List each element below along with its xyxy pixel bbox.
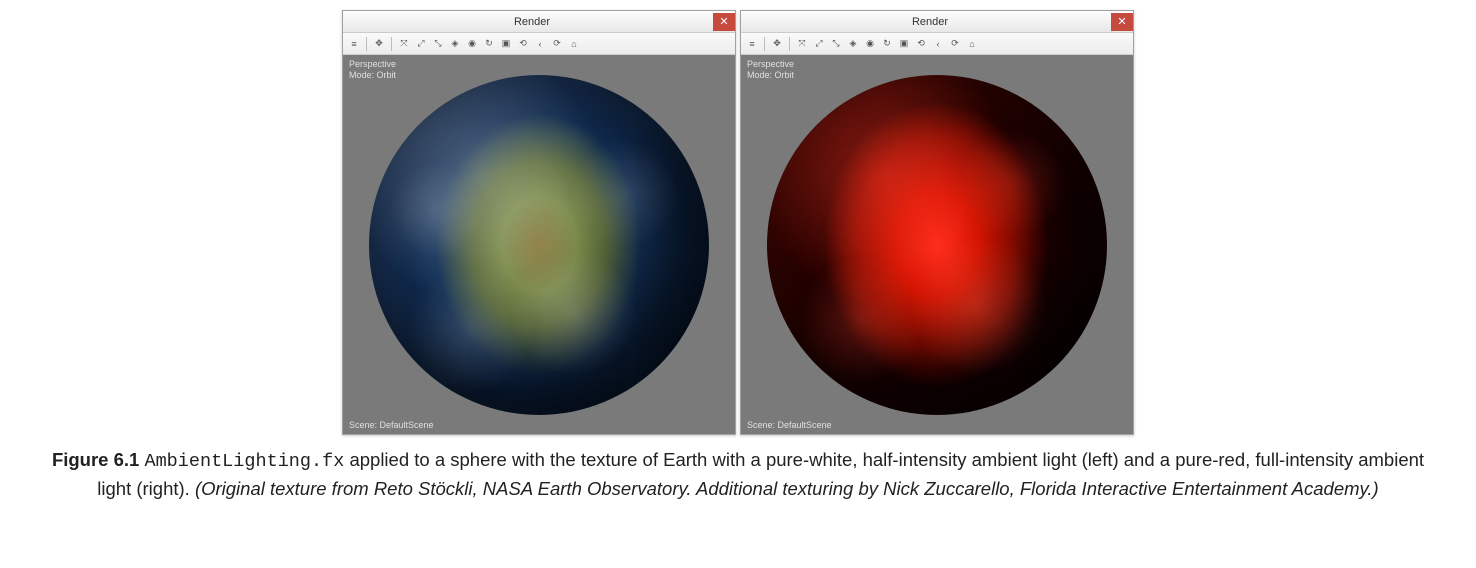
mode-label: Mode: Orbit	[747, 70, 794, 80]
target-icon[interactable]: ◉	[863, 37, 877, 51]
titlebar-left[interactable]: Render ✕	[343, 11, 735, 33]
undo-icon[interactable]: ⟲	[516, 37, 530, 51]
rotate-icon[interactable]: ⤡	[829, 37, 843, 51]
figure-caption: Figure 6.1 AmbientLighting.fx applied to…	[38, 447, 1438, 503]
pan-icon[interactable]: ✥	[770, 37, 784, 51]
render-panels-row: Render ✕ ≡ ✥ ⤧ ⤢ ⤡ ◈ ◉ ↻ ▣ ⟲ ‹ ⟳ ⌂	[342, 10, 1134, 435]
viewport-mode-label: Perspective Mode: Orbit	[349, 59, 396, 81]
scene-label: Scene: DefaultScene	[747, 420, 832, 430]
mode-label: Mode: Orbit	[349, 70, 396, 80]
frame-icon[interactable]: ▣	[897, 37, 911, 51]
perspective-label: Perspective	[349, 59, 396, 69]
perspective-label: Perspective	[747, 59, 794, 69]
earth-sphere-white-ambient	[369, 75, 709, 415]
menu-icon[interactable]: ≡	[347, 37, 361, 51]
toolbar-left: ≡ ✥ ⤧ ⤢ ⤡ ◈ ◉ ↻ ▣ ⟲ ‹ ⟳ ⌂	[343, 33, 735, 55]
code-filename: AmbientLighting.fx	[144, 451, 344, 472]
scale-icon[interactable]: ⤢	[812, 37, 826, 51]
orbit-icon[interactable]: ↻	[880, 37, 894, 51]
toolbar-separator	[391, 37, 392, 51]
scene-label: Scene: DefaultScene	[349, 420, 434, 430]
redo-icon[interactable]: ⟳	[948, 37, 962, 51]
back-icon[interactable]: ‹	[931, 37, 945, 51]
move-icon[interactable]: ⤧	[397, 37, 411, 51]
render-window-left: Render ✕ ≡ ✥ ⤧ ⤢ ⤡ ◈ ◉ ↻ ▣ ⟲ ‹ ⟳ ⌂	[342, 10, 736, 435]
rotate-icon[interactable]: ⤡	[431, 37, 445, 51]
figure-container: Render ✕ ≡ ✥ ⤧ ⤢ ⤡ ◈ ◉ ↻ ▣ ⟲ ‹ ⟳ ⌂	[30, 10, 1446, 503]
caption-attribution: (Original texture from Reto Stöckli, NAS…	[195, 478, 1379, 499]
back-icon[interactable]: ‹	[533, 37, 547, 51]
select-icon[interactable]: ◈	[448, 37, 462, 51]
home-icon[interactable]: ⌂	[965, 37, 979, 51]
viewport-right[interactable]: Perspective Mode: Orbit Scene: DefaultSc…	[741, 55, 1133, 434]
frame-icon[interactable]: ▣	[499, 37, 513, 51]
move-icon[interactable]: ⤧	[795, 37, 809, 51]
close-button[interactable]: ✕	[713, 13, 735, 31]
toolbar-separator	[789, 37, 790, 51]
scale-icon[interactable]: ⤢	[414, 37, 428, 51]
close-button[interactable]: ✕	[1111, 13, 1133, 31]
toolbar-separator	[764, 37, 765, 51]
earth-sphere-red-ambient	[767, 75, 1107, 415]
select-icon[interactable]: ◈	[846, 37, 860, 51]
window-title: Render	[749, 16, 1111, 28]
redo-icon[interactable]: ⟳	[550, 37, 564, 51]
home-icon[interactable]: ⌂	[567, 37, 581, 51]
window-title: Render	[351, 16, 713, 28]
target-icon[interactable]: ◉	[465, 37, 479, 51]
render-window-right: Render ✕ ≡ ✥ ⤧ ⤢ ⤡ ◈ ◉ ↻ ▣ ⟲ ‹ ⟳ ⌂	[740, 10, 1134, 435]
toolbar-right: ≡ ✥ ⤧ ⤢ ⤡ ◈ ◉ ↻ ▣ ⟲ ‹ ⟳ ⌂	[741, 33, 1133, 55]
viewport-left[interactable]: Perspective Mode: Orbit Scene: DefaultSc…	[343, 55, 735, 434]
figure-number: Figure 6.1	[52, 449, 139, 470]
toolbar-separator	[366, 37, 367, 51]
pan-icon[interactable]: ✥	[372, 37, 386, 51]
orbit-icon[interactable]: ↻	[482, 37, 496, 51]
viewport-mode-label: Perspective Mode: Orbit	[747, 59, 794, 81]
menu-icon[interactable]: ≡	[745, 37, 759, 51]
titlebar-right[interactable]: Render ✕	[741, 11, 1133, 33]
undo-icon[interactable]: ⟲	[914, 37, 928, 51]
